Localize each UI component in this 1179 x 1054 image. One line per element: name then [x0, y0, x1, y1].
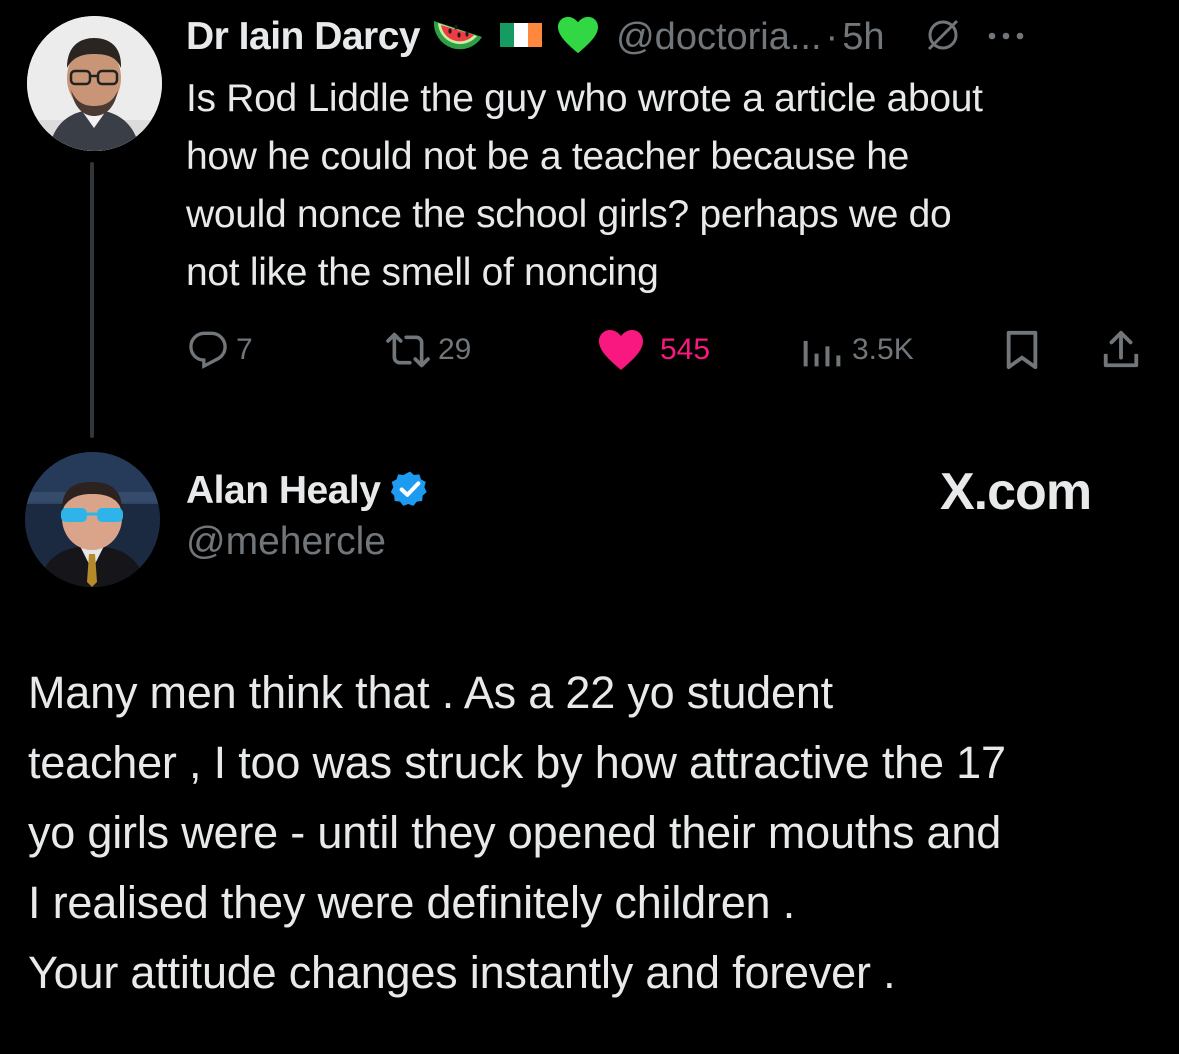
person-avatar-icon — [27, 16, 162, 151]
tweet2-header: Alan Healy — [186, 466, 430, 516]
share-button[interactable] — [1100, 322, 1142, 378]
views-button[interactable]: 3.5K — [800, 322, 914, 378]
repost-button[interactable]: 29 — [386, 322, 471, 378]
x-com-watermark: X.com — [940, 463, 1092, 521]
tweet2-line: Many men think that . As a 22 yo student — [28, 667, 833, 718]
grok-icon[interactable] — [924, 16, 962, 59]
tweet2-line: Your attitude changes instantly and fore… — [28, 947, 896, 998]
person-avatar-icon — [25, 452, 160, 587]
reply-count: 7 — [236, 333, 253, 366]
avatar-alan-healy[interactable] — [25, 452, 160, 587]
bookmark-icon — [1006, 330, 1038, 370]
tweet2-line: I realised they were definitely children… — [28, 877, 795, 928]
tweet1-body: Is Rod Liddle the guy who wrote a articl… — [186, 70, 1146, 302]
repost-count: 29 — [438, 333, 472, 366]
like-count: 545 — [660, 333, 711, 366]
tweet1-line: Is Rod Liddle the guy who wrote a articl… — [186, 77, 983, 120]
tweet1-handle[interactable]: @doctoria... — [616, 16, 821, 59]
more-options-icon[interactable] — [988, 28, 1024, 46]
avatar-dr-iain-darcy[interactable] — [27, 16, 162, 151]
reply-button[interactable]: 7 — [188, 322, 253, 378]
views-icon — [803, 340, 841, 367]
tweet1-author-name[interactable]: Dr Iain Darcy — [186, 15, 421, 59]
tweet1-line: not like the smell of noncing — [186, 251, 659, 294]
watermelon-icon — [430, 15, 486, 60]
tweet1-line: would nonce the school girls? perhaps we… — [186, 193, 952, 236]
tweet2-line: teacher , I too was struck by how attrac… — [28, 737, 1006, 788]
tweet1-timestamp[interactable]: 5h — [842, 16, 884, 59]
tweet1-line: how he could not be a teacher because he — [186, 135, 910, 178]
green-heart-icon — [556, 15, 600, 60]
bookmark-button[interactable] — [1002, 322, 1042, 378]
thread-connector-line — [90, 162, 94, 438]
tweet2-author-name[interactable]: Alan Healy — [186, 469, 381, 513]
ireland-flag-icon — [500, 21, 543, 54]
tweet2-line: yo girls were - until they opened their … — [28, 807, 1002, 858]
views-count: 3.5K — [852, 333, 914, 366]
tweet1-header: Dr Iain Darcy @doctoria... · 5h — [186, 12, 1024, 62]
repost-icon — [386, 332, 430, 368]
share-icon — [1103, 330, 1139, 368]
tweet2-body: Many men think that . As a 22 yo student… — [28, 658, 1168, 1008]
header-separator: · — [825, 15, 839, 58]
verified-badge-icon — [390, 469, 430, 514]
tweet1-action-bar: 7 29 545 3.5K — [186, 322, 1146, 378]
reply-icon — [189, 331, 227, 369]
heart-icon — [599, 330, 643, 370]
like-button[interactable]: 545 — [596, 322, 710, 378]
tweet2-handle[interactable]: @mehercle — [186, 520, 386, 564]
